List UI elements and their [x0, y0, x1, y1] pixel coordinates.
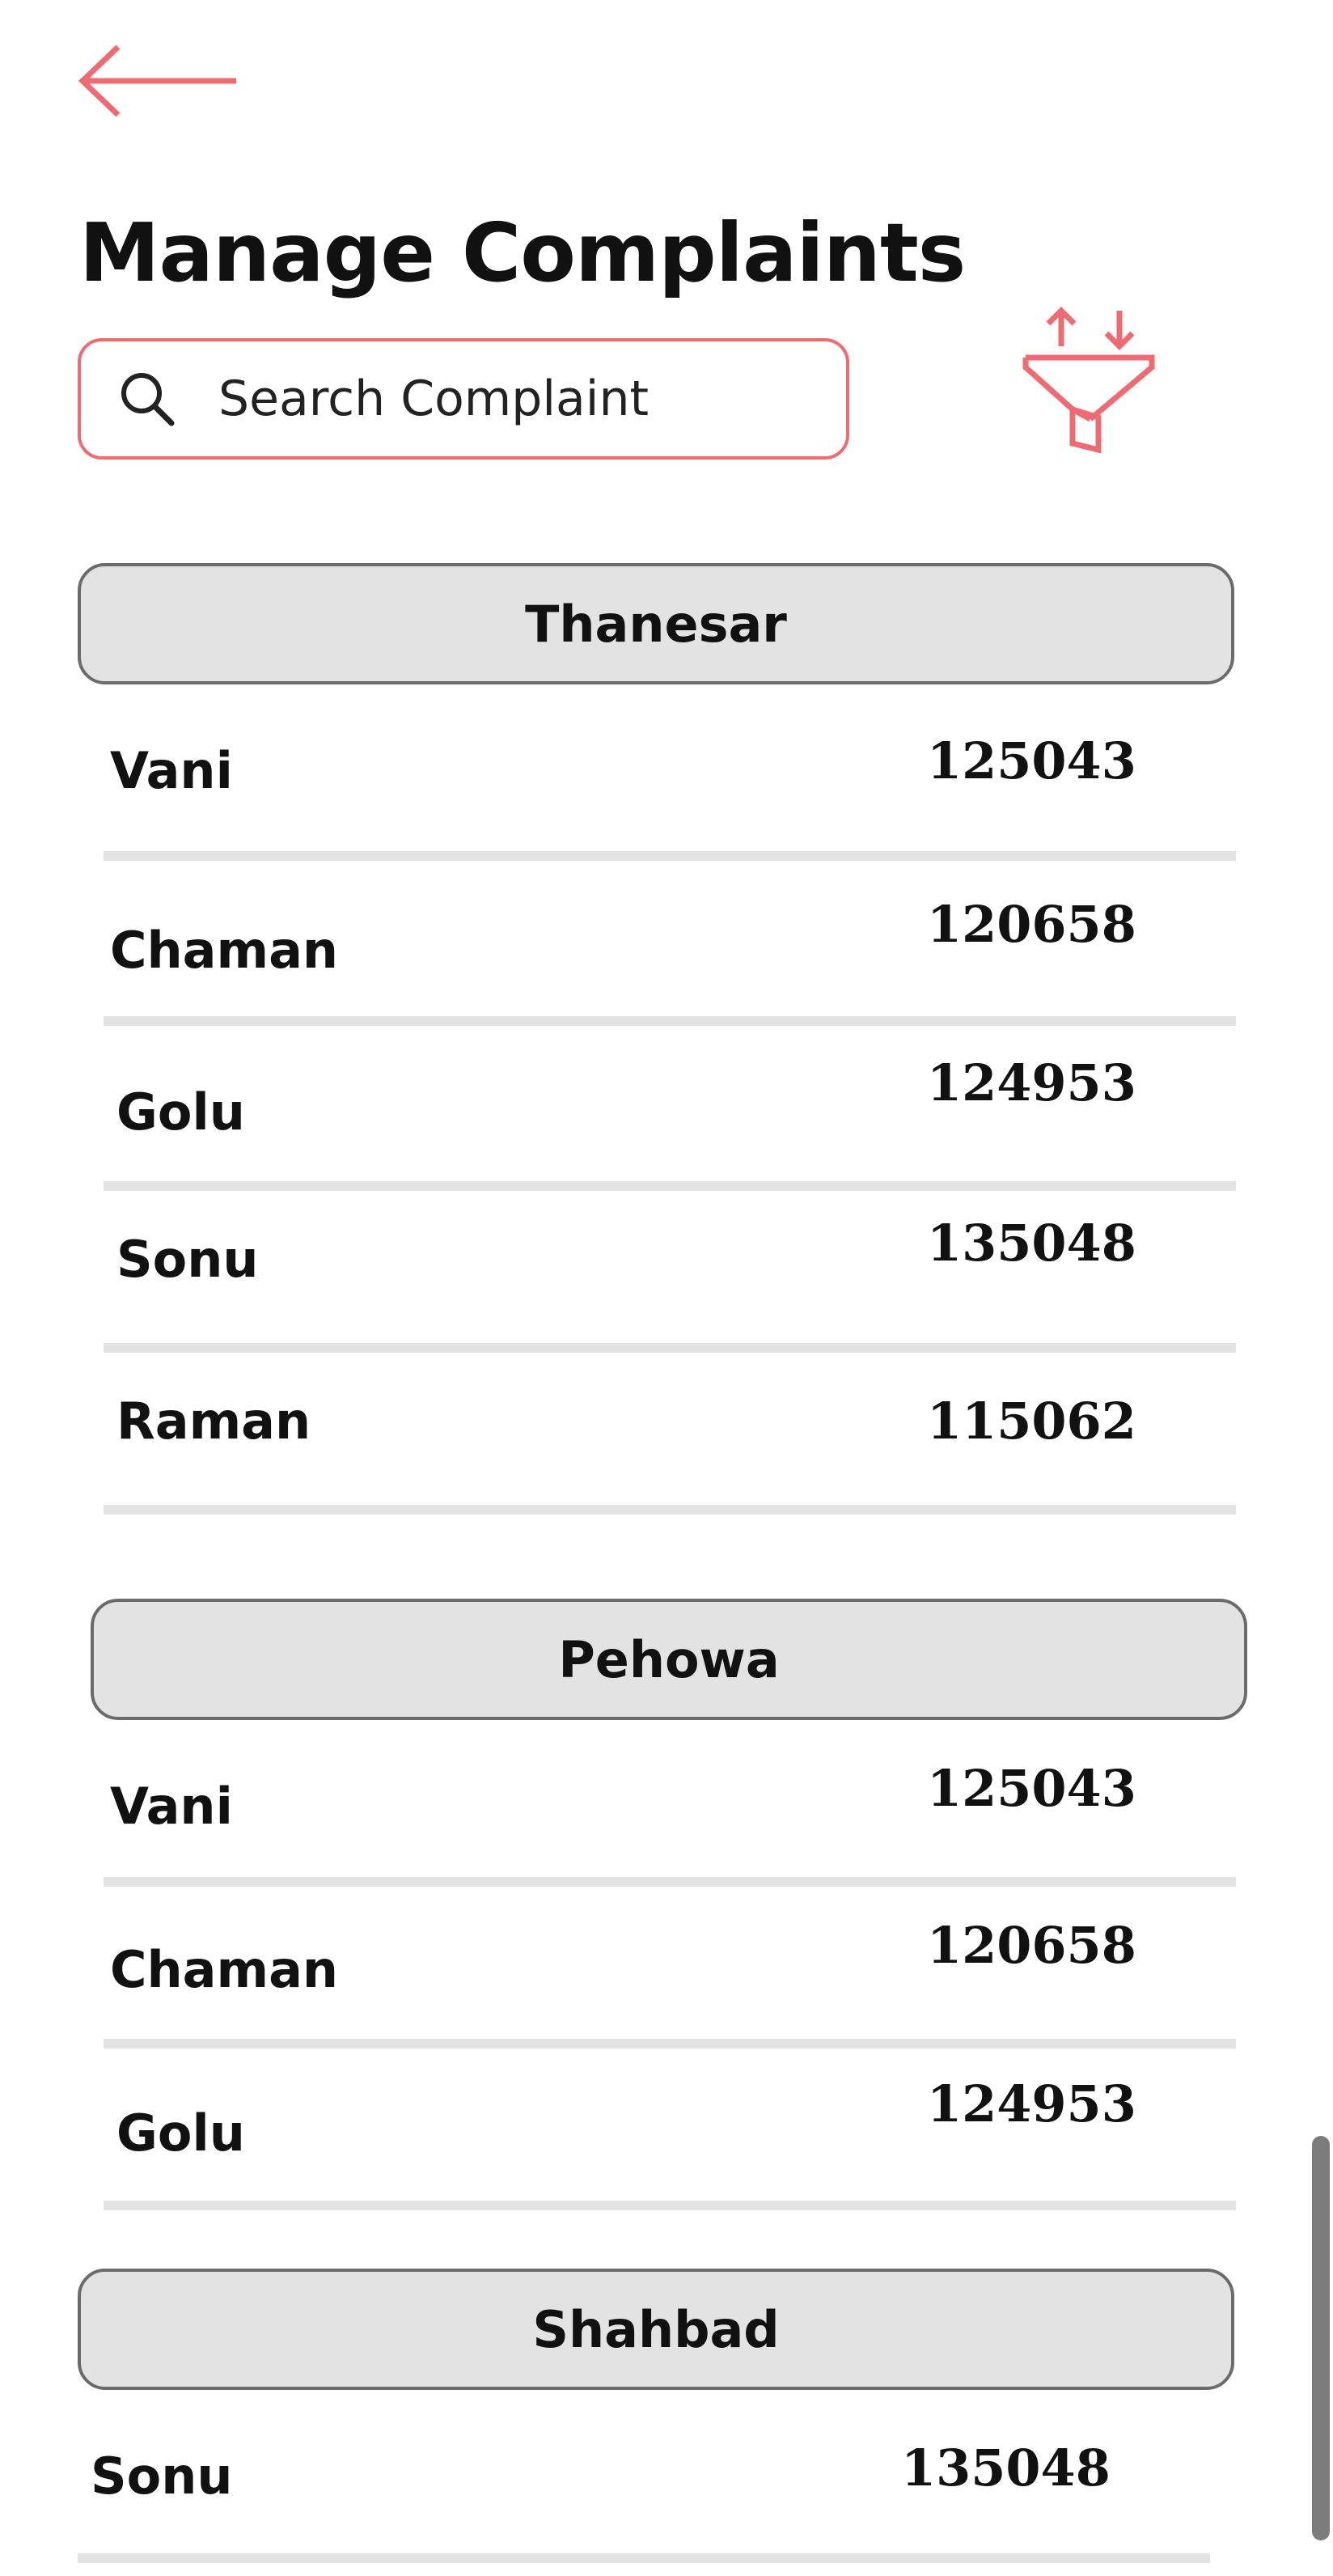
- complainant-name: Sonu: [91, 2447, 233, 2506]
- list-item[interactable]: Golu 124953: [104, 1023, 1236, 1191]
- complainant-name: Chaman: [110, 1940, 339, 1999]
- complainant-name: Sonu: [116, 1230, 259, 1289]
- group-header-pehowa[interactable]: Pehowa: [91, 1599, 1247, 1720]
- complaint-number: 125043: [927, 731, 1136, 790]
- funnel-sort-icon: [1022, 307, 1155, 454]
- search-bar[interactable]: [78, 338, 849, 460]
- complaint-number: 135048: [927, 1214, 1136, 1273]
- complainant-name: Golu: [116, 1083, 245, 1142]
- row-divider: [104, 851, 1236, 861]
- list-item[interactable]: Chaman 120658: [104, 861, 1236, 1026]
- complaint-number: 124953: [927, 2074, 1136, 2133]
- list-item[interactable]: Vani 125043: [104, 699, 1236, 861]
- complaint-number: 135048: [901, 2438, 1111, 2498]
- complaint-number: 115062: [927, 1392, 1136, 1451]
- complainant-name: Chaman: [110, 921, 339, 980]
- back-button[interactable]: [78, 42, 239, 120]
- complaint-number: 120658: [927, 895, 1136, 954]
- complainant-name: Vani: [110, 1777, 233, 1836]
- page-title: Manage Complaints: [79, 205, 966, 300]
- list-item[interactable]: Vani 125043: [104, 1718, 1236, 1887]
- complainant-name: Raman: [116, 1392, 311, 1451]
- row-divider: [104, 1505, 1236, 1515]
- complaint-number: 124953: [927, 1053, 1136, 1112]
- list-item[interactable]: Sonu 135048: [104, 1184, 1236, 1353]
- filter-sort-button[interactable]: [1016, 301, 1162, 463]
- scrollbar-thumb[interactable]: [1312, 2136, 1330, 2540]
- list-item[interactable]: Chaman 120658: [104, 1880, 1236, 2049]
- row-divider: [104, 2201, 1236, 2210]
- complaint-number: 125043: [927, 1759, 1136, 1818]
- complainant-name: Vani: [110, 741, 233, 800]
- search-icon: [121, 373, 175, 426]
- arrow-left-icon: [78, 44, 236, 117]
- group-header-shahbad[interactable]: Shahbad: [78, 2269, 1234, 2390]
- complaint-number: 120658: [927, 1916, 1136, 1975]
- list-item[interactable]: Golu 124953: [104, 2042, 1236, 2210]
- group-header-thanesar[interactable]: Thanesar: [78, 563, 1234, 684]
- complainant-name: Golu: [116, 2104, 245, 2163]
- list-item[interactable]: Raman 115062: [104, 1346, 1236, 1515]
- search-input[interactable]: [218, 371, 833, 427]
- row-divider: [78, 2553, 1210, 2563]
- list-item[interactable]: Sonu 135048: [78, 2398, 1210, 2563]
